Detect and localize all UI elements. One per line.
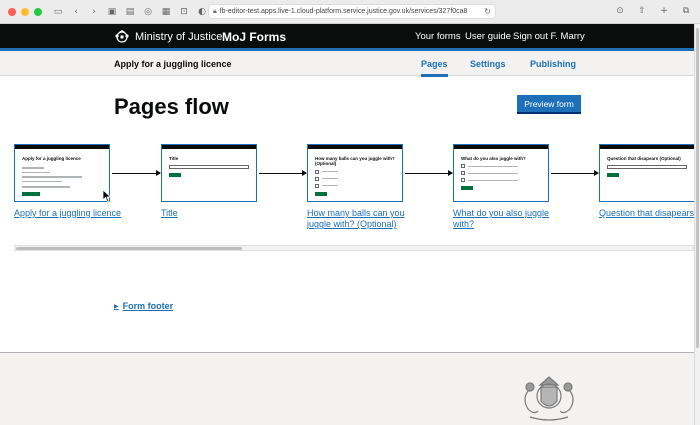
thumbnail-title: Apply for a juggling licence — [22, 156, 81, 161]
reload-icon[interactable]: ↻ — [484, 7, 491, 16]
royal-crest-icon — [115, 30, 129, 43]
flow-arrow — [259, 170, 307, 176]
sidebar-toggle-icon[interactable]: ▭ — [52, 6, 64, 18]
tab-publishing[interactable]: Publishing — [530, 59, 576, 69]
thumbnail-text — [22, 171, 50, 174]
thumbnail-header — [162, 145, 256, 149]
user-guide-link[interactable]: User guide — [465, 31, 511, 42]
tab-overview-icon[interactable]: ⧉ — [680, 5, 692, 17]
form-footer-label: Form footer — [122, 301, 174, 311]
zoom-window-button[interactable] — [34, 7, 42, 16]
thumbnail-option — [461, 171, 548, 176]
thumbnail-option — [461, 164, 548, 169]
thumbnail-text — [22, 176, 82, 178]
site-header: Ministry of Justice MoJ Forms Your forms… — [0, 24, 694, 51]
thumbnail-text — [22, 186, 70, 188]
thumbnail-option — [315, 176, 402, 181]
download-icon[interactable]: ⊙ — [614, 5, 626, 17]
address-bar[interactable]: 🔒︎ fb-editor-test.apps.live-1.cloud-plat… — [208, 4, 496, 19]
lock-icon: 🔒︎ — [213, 7, 217, 15]
shield-icon[interactable]: ◐ — [196, 6, 208, 18]
thumbnail-input — [607, 165, 687, 170]
preview-form-button[interactable]: Preview form — [517, 95, 581, 114]
new-tab-icon[interactable]: + — [658, 5, 670, 17]
browser-toolbar: ▭ ‹ › ▣ ▤ ◎ ▦ ⊡ ◐ 🔒︎ fb-editor-test.apps… — [0, 0, 700, 24]
thumbnail-button — [461, 186, 473, 191]
extension-icon[interactable]: ▦ — [160, 6, 172, 18]
page-thumbnail-juggle-with[interactable]: What do you also juggle with? — [453, 144, 549, 202]
site-footer — [0, 352, 694, 425]
thumbnail-button — [315, 191, 327, 196]
page-thumbnail-title[interactable]: Title — [161, 144, 257, 202]
service-name: Apply for a juggling licence — [114, 59, 232, 69]
horizontal-scrollbar[interactable] — [14, 245, 694, 251]
window-controls — [8, 7, 42, 16]
tab-settings[interactable]: Settings — [470, 59, 506, 69]
service-navigation: Apply for a juggling licence Pages Setti… — [0, 51, 694, 77]
page-thumbnail-disappears[interactable]: Question that disapears (Optional) — [599, 144, 694, 202]
thumbnail-title: What do you also juggle with? — [461, 156, 526, 161]
thumbnail-title: Question that disapears (Optional) — [607, 156, 681, 161]
tab-pages[interactable]: Pages — [421, 59, 448, 77]
thumbnail-input — [169, 165, 249, 170]
thumbnail-button — [169, 173, 181, 178]
close-window-button[interactable] — [8, 7, 16, 16]
scrollbar-thumb[interactable] — [16, 247, 242, 250]
globe-icon[interactable]: ◎ — [142, 6, 154, 18]
minimize-window-button[interactable] — [21, 7, 29, 16]
url-text: fb-editor-test.apps.live-1.cloud-platfor… — [219, 8, 468, 15]
thumbnail-text — [22, 167, 44, 169]
screenshot-icon[interactable]: ⊡ — [178, 6, 190, 18]
share-icon[interactable]: ⇧ — [636, 5, 648, 17]
vertical-scrollbar[interactable] — [694, 24, 700, 425]
disclosure-triangle-icon: ▶ — [114, 302, 119, 310]
form-footer-toggle[interactable]: ▶ Form footer — [114, 301, 173, 311]
thumbnail-option — [315, 169, 402, 174]
reader-icon[interactable]: ▣ — [106, 6, 118, 18]
thumbnail-title: How many balls can you juggle with? (Opt… — [315, 156, 395, 167]
organisation-name[interactable]: Ministry of Justice — [135, 31, 222, 43]
your-forms-link[interactable]: Your forms — [415, 31, 461, 42]
tab-icon[interactable]: ▤ — [124, 6, 136, 18]
page-link-disappears[interactable]: Question that disapears (Optional) — [599, 208, 694, 219]
forward-icon[interactable]: › — [88, 6, 100, 18]
scrollbar-thumb[interactable] — [696, 28, 699, 348]
back-icon[interactable]: ‹ — [70, 6, 82, 18]
page-link-juggle-with[interactable]: What do you also juggle with? — [453, 208, 563, 231]
sign-out-link[interactable]: Sign out F. Marry — [513, 31, 585, 42]
mouse-cursor-icon — [102, 189, 112, 203]
thumbnail-option — [461, 178, 548, 183]
thumbnail-text — [22, 180, 62, 183]
page-link-balls[interactable]: How many balls can you juggle with? (Opt… — [307, 208, 417, 231]
thumbnail-title: Title — [169, 156, 179, 161]
page-link-start[interactable]: Apply for a juggling licence — [14, 208, 124, 219]
flow-arrow — [112, 170, 161, 176]
product-name[interactable]: MoJ Forms — [222, 30, 286, 44]
thumbnail-button — [22, 191, 40, 196]
thumbnail-header — [15, 145, 109, 149]
page-thumbnail-start[interactable]: Apply for a juggling licence — [14, 144, 110, 202]
royal-coat-of-arms-icon — [524, 376, 574, 421]
page-title: Pages flow — [114, 94, 229, 119]
thumbnail-header — [308, 145, 402, 149]
thumbnail-button — [607, 173, 619, 178]
flow-arrow — [551, 170, 599, 176]
thumbnail-header — [454, 145, 548, 149]
thumbnail-header — [600, 145, 694, 149]
thumbnail-option — [315, 183, 402, 188]
page-link-title[interactable]: Title — [161, 208, 271, 219]
flow-arrow — [405, 170, 453, 176]
page-thumbnail-balls[interactable]: How many balls can you juggle with? (Opt… — [307, 144, 403, 202]
